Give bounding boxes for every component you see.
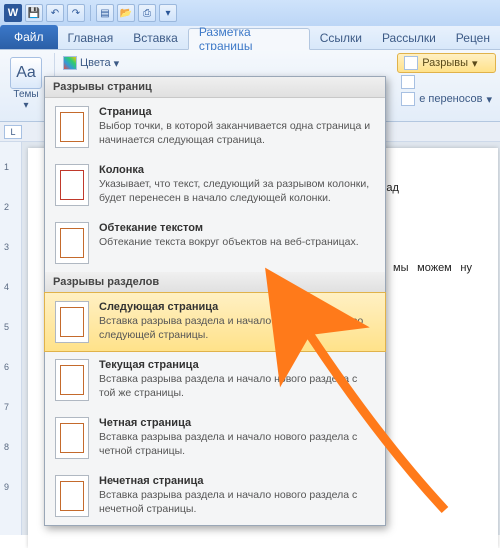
ruler-tick: 2 [4,202,9,212]
gallery-item-text: Текущая страница Вставка разрыва раздела… [99,359,375,401]
qat-open-button[interactable]: 📂 [117,4,135,22]
gallery-item-desc: Вставка разрыва раздела и начало нового … [99,431,375,458]
gallery-item-next-page[interactable]: Следующая страница Вставка разрыва разде… [44,292,386,352]
gallery-item-continuous[interactable]: Текущая страница Вставка разрыва раздела… [45,351,385,409]
gallery-item-text-wrap[interactable]: Обтекание текстом Обтекание текста вокру… [45,214,385,272]
qat-print-button[interactable]: ⎙ [138,4,156,22]
qat-separator [90,5,91,21]
themes-label: Темы [13,89,38,100]
dropdown-icon: ▾ [486,93,492,106]
qat-undo-button[interactable]: ↶ [46,4,64,22]
gallery-item-page[interactable]: Страница Выбор точки, в которой заканчив… [45,98,385,156]
line-numbers-icon [401,75,415,89]
word-app-icon: W [4,4,22,22]
gallery-header-section-breaks: Разрывы разделов [45,272,385,293]
colors-label: Цвета [80,57,111,69]
gallery-item-desc: Выбор точки, в которой заканчивается одн… [99,120,375,147]
gallery-item-text: Колонка Указывает, что текст, следующий … [99,164,375,206]
breaks-button[interactable]: Разрывы ▾ [397,53,496,73]
tab-references[interactable]: Ссылки [310,27,372,49]
gallery-item-title: Следующая страница [99,301,375,313]
ruler-tick: 8 [4,442,9,452]
gallery-item-desc: Вставка разрыва раздела и начало нового … [99,489,375,516]
gallery-item-text: Следующая страница Вставка разрыва разде… [99,301,375,343]
themes-button[interactable]: Aa Темы ▾ [4,53,48,115]
dropdown-icon: ▾ [23,100,28,111]
gallery-item-desc: Обтекание текста вокруг объектов на веб-… [99,236,375,250]
ruler-tick: 4 [4,282,9,292]
page-break-icon [55,106,89,148]
column-break-icon [55,164,89,206]
gallery-item-text: Обтекание текстом Обтекание текста вокру… [99,222,375,264]
tab-file[interactable]: Файл [0,25,58,49]
gallery-item-desc: Вставка разрыва раздела и начало нового … [99,315,375,342]
hyphenation-label: е переносов [419,93,482,105]
gallery-item-text: Четная страница Вставка разрыва раздела … [99,417,375,459]
qat-redo-button[interactable]: ↷ [67,4,85,22]
breaks-icon [404,56,418,70]
tab-home[interactable]: Главная [58,27,124,49]
gallery-item-even-page[interactable]: Четная страница Вставка разрыва раздела … [45,409,385,467]
ruler-corner: L [4,125,22,139]
dropdown-icon: ▾ [114,57,120,70]
gallery-item-title: Колонка [99,164,375,176]
gallery-item-title: Обтекание текстом [99,222,375,234]
tab-mailings[interactable]: Рассылки [372,27,446,49]
tab-review[interactable]: Рецен [446,27,500,49]
gallery-item-title: Нечетная страница [99,475,375,487]
gallery-item-odd-page[interactable]: Нечетная страница Вставка разрыва раздел… [45,467,385,525]
colors-button[interactable]: Цвета ▾ [59,53,123,73]
gallery-header-page-breaks: Разрывы страниц [45,77,385,98]
hyphenation-icon [401,92,415,106]
even-page-section-icon [55,417,89,459]
gallery-item-title: Текущая страница [99,359,375,371]
breaks-gallery: Разрывы страниц Страница Выбор точки, в … [44,76,386,526]
hyphenation-button[interactable]: е переносов ▾ [397,91,496,107]
line-numbers-button[interactable] [397,74,496,90]
vertical-ruler: 1 2 3 4 5 6 7 8 9 [0,142,22,535]
title-bar: W 💾 ↶ ↷ ▤ 📂 ⎙ ▾ [0,0,500,26]
qat-save-button[interactable]: 💾 [25,4,43,22]
colors-icon [63,56,77,70]
page-setup-group: Разрывы ▾ е переносов ▾ [397,53,496,118]
ruler-tick: 9 [4,482,9,492]
ribbon-tabs: Файл Главная Вставка Разметка страницы С… [0,26,500,50]
next-page-section-icon [55,301,89,343]
ruler-tick: 1 [4,162,9,172]
gallery-item-desc: Вставка разрыва раздела и начало нового … [99,373,375,400]
themes-icon: Aa [10,57,42,89]
ruler-tick: 7 [4,402,9,412]
text-wrap-break-icon [55,222,89,264]
dropdown-icon: ▾ [472,57,478,70]
gallery-item-title: Четная страница [99,417,375,429]
ruler-tick: 3 [4,242,9,252]
ruler-tick: 5 [4,322,9,332]
gallery-item-column[interactable]: Колонка Указывает, что текст, следующий … [45,156,385,214]
gallery-item-text: Страница Выбор точки, в которой заканчив… [99,106,375,148]
tab-insert[interactable]: Вставка [123,27,188,49]
ruler-tick: 6 [4,362,9,372]
breaks-label: Разрывы [422,57,468,69]
gallery-item-text: Нечетная страница Вставка разрыва раздел… [99,475,375,517]
tab-page-layout[interactable]: Разметка страницы [188,28,310,50]
continuous-section-icon [55,359,89,401]
gallery-item-desc: Указывает, что текст, следующий за разры… [99,178,375,205]
gallery-item-title: Страница [99,106,375,118]
odd-page-section-icon [55,475,89,517]
qat-new-button[interactable]: ▤ [96,4,114,22]
qat-customize-button[interactable]: ▾ [159,4,177,22]
